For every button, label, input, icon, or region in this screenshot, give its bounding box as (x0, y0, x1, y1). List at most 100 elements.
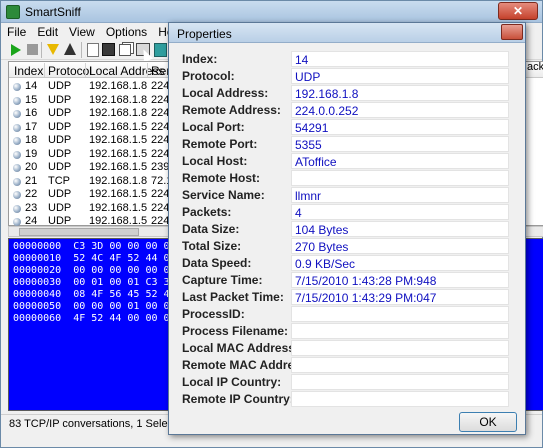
property-value-field[interactable]: 0.9 KB/Sec (291, 255, 509, 271)
start-capture-icon[interactable] (11, 44, 21, 56)
cell-index: 19 (25, 147, 38, 160)
row-status-icon (13, 123, 21, 132)
property-value-field[interactable]: 14 (291, 51, 509, 67)
menu-options[interactable]: Options (100, 23, 152, 39)
row-status-icon (13, 110, 21, 118)
display-filter-icon[interactable] (64, 43, 76, 55)
property-row: Data Size: 104 Bytes (175, 221, 519, 237)
column-divider[interactable] (85, 63, 86, 77)
row-status-icon (13, 204, 21, 213)
cell-index: 23 (25, 201, 38, 214)
close-window-button[interactable]: ✕ (498, 2, 538, 20)
property-row: Local Port: 54291 (175, 119, 519, 135)
cell-protocol: UDP (48, 161, 72, 173)
new-file-icon[interactable] (87, 43, 99, 57)
stop-capture-icon[interactable] (27, 44, 38, 55)
property-label: Total Size: (182, 239, 242, 253)
property-row: Local MAC Address: (175, 340, 519, 356)
hex-line: 00000020 00 00 00 00 00 00 (13, 265, 176, 276)
property-row: Remote Address: 224.0.0.252 (175, 102, 519, 118)
property-value-field[interactable]: 7/15/2010 1:43:29 PM:047 (291, 289, 509, 305)
cell-local-address: 192.168.1.5 (89, 134, 148, 146)
property-value-field[interactable]: 192.168.1.8 (291, 85, 509, 101)
cell-local-address: 192.168.1.5 (89, 147, 148, 160)
cell-protocol: UDP (48, 107, 72, 119)
row-status-icon (13, 164, 21, 172)
cell-index: 17 (25, 120, 38, 133)
menu-edit[interactable]: Edit (31, 23, 63, 39)
property-value-field[interactable]: 270 Bytes (291, 238, 509, 254)
property-value-field[interactable]: llmnr (291, 187, 509, 203)
row-status-icon (13, 218, 21, 226)
dialog-title-bar[interactable]: Properties (169, 23, 525, 43)
property-row: Data Speed: 0.9 KB/Sec (175, 255, 519, 271)
dialog-close-button[interactable] (501, 24, 523, 40)
property-label: ProcessID: (182, 307, 245, 321)
property-value-field[interactable]: 54291 (291, 119, 509, 135)
property-value-field[interactable] (291, 374, 509, 390)
filter-icon[interactable] (47, 44, 59, 55)
app-icon (6, 5, 20, 19)
column-header-index[interactable]: Index (14, 64, 43, 78)
menu-file[interactable]: File (1, 23, 31, 39)
copy-icon[interactable] (119, 44, 131, 56)
cell-local-address: 192.168.1.8 (89, 80, 148, 92)
property-value-field[interactable]: 5355 (291, 136, 509, 152)
property-row: Total Size: 270 Bytes (175, 238, 519, 254)
cell-protocol: TCP (48, 174, 70, 187)
cell-local-address: 192.168.1.5 (89, 120, 148, 133)
hex-line: 00000000 C3 3D 00 00 00 01 (13, 241, 176, 252)
menu-view[interactable]: View (63, 23, 100, 39)
hex-line: 00000060 4F 52 44 00 00 01 (13, 313, 176, 324)
property-value-field[interactable] (291, 323, 509, 339)
property-row: Capture Time: 7/15/2010 1:43:28 PM:948 (175, 272, 519, 288)
packets-column-header-fragment: acke (527, 61, 543, 73)
property-value-field[interactable] (291, 340, 509, 356)
property-row: Remote MAC Address: (175, 357, 519, 373)
scrollbar-thumb[interactable] (19, 228, 139, 236)
column-divider[interactable] (147, 63, 148, 77)
property-value-field[interactable] (291, 357, 509, 373)
property-value-field[interactable]: 224.0.0.252 (291, 102, 509, 118)
property-label: Last Packet Time: (182, 290, 284, 304)
status-text: 83 TCP/IP conversations, 1 Selected (9, 418, 189, 430)
cell-index: 16 (25, 107, 38, 119)
property-value-field[interactable]: UDP (291, 68, 509, 84)
row-status-icon (13, 150, 21, 159)
property-label: Remote Address: (182, 103, 281, 117)
property-value-field[interactable] (291, 170, 509, 186)
property-row: Index: 14 (175, 51, 519, 67)
property-row: Service Name: llmnr (175, 187, 519, 203)
dialog-title: Properties (177, 27, 232, 41)
cell-local-address: 192.168.1.8 (89, 93, 148, 106)
property-label: Local Host: (182, 154, 248, 168)
property-value-field[interactable] (291, 306, 509, 322)
property-value-field[interactable] (291, 391, 509, 407)
property-value-field[interactable]: 4 (291, 204, 509, 220)
column-divider[interactable] (44, 63, 45, 77)
cell-index: 22 (25, 188, 38, 200)
cell-local-address: 192.168.1.8 (89, 174, 148, 187)
row-status-icon (13, 177, 21, 186)
property-value-field[interactable]: AToffice (291, 153, 509, 169)
ok-button[interactable]: OK (459, 412, 517, 432)
row-status-icon (13, 83, 21, 91)
exit-icon[interactable] (154, 43, 167, 57)
property-row: Local Address: 192.168.1.8 (175, 85, 519, 101)
hex-line: 00000050 00 00 00 01 00 00 (13, 301, 176, 312)
property-value-field[interactable]: 104 Bytes (291, 221, 509, 237)
cell-protocol: UDP (48, 80, 72, 92)
cell-index: 18 (25, 134, 38, 146)
property-label: Remote Host: (182, 171, 261, 185)
properties-panel: Index: 14 Protocol: UDP Local Address: 192.16… (175, 47, 519, 407)
save-icon[interactable] (102, 43, 115, 56)
property-label: Capture Time: (182, 273, 263, 287)
cell-index: 14 (25, 80, 38, 92)
title-bar[interactable]: SmartSniff ✕ (1, 1, 542, 23)
property-label: Process Filename: (182, 324, 289, 338)
property-value-field[interactable]: 7/15/2010 1:43:28 PM:948 (291, 272, 509, 288)
property-row: Local Host: AToffice (175, 153, 519, 169)
property-row: Process Filename: (175, 323, 519, 339)
hex-line: 00000030 00 01 00 01 C3 3D (13, 277, 176, 288)
property-label: Service Name: (182, 188, 265, 202)
